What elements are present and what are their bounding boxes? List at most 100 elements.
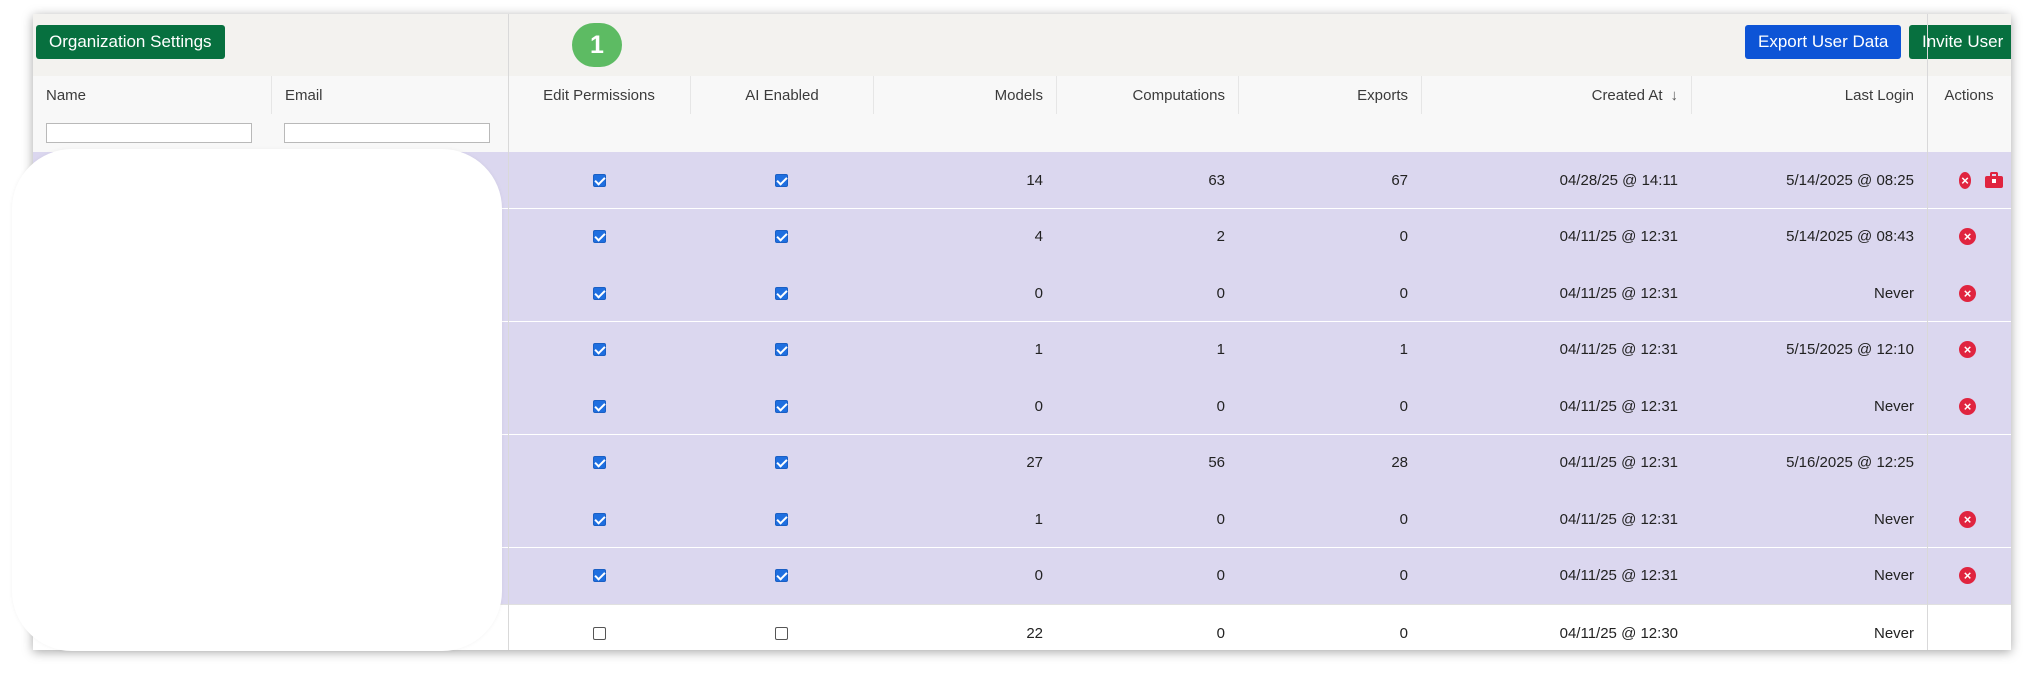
cell-exports: 0	[1238, 378, 1421, 434]
cell-ai	[690, 435, 873, 491]
cell-computations: 0	[1056, 491, 1238, 547]
ai-enabled-checkbox[interactable]	[775, 343, 788, 356]
column-header-created-at[interactable]: Created At ↓	[1421, 76, 1691, 114]
edit-permissions-checkbox[interactable]	[592, 173, 606, 187]
cell-ai	[690, 605, 873, 650]
column-header-email[interactable]: Email	[271, 76, 508, 114]
ai-enabled-checkbox[interactable]	[775, 569, 788, 582]
edit-permissions-checkbox[interactable]	[592, 512, 606, 526]
column-label: Edit Permissions	[543, 86, 655, 104]
cell-created: 04/11/25 @ 12:31	[1421, 322, 1691, 378]
column-label: Computations	[1132, 86, 1225, 104]
ai-enabled-checkbox[interactable]	[775, 626, 788, 640]
edit-permissions-checkbox[interactable]	[592, 343, 606, 356]
cell-computations: 0	[1056, 378, 1238, 434]
cell-actions	[1927, 435, 2011, 491]
column-header-name[interactable]: Name	[33, 76, 271, 114]
ai-enabled-checkbox[interactable]	[775, 173, 788, 187]
step-badge: 1	[572, 23, 622, 67]
cell-value: 5/14/2025 @ 08:25	[1786, 171, 1914, 189]
column-label: Last Login	[1844, 86, 1914, 104]
cell-edit	[508, 322, 690, 378]
close-circle-icon[interactable]: ×	[1959, 567, 1976, 584]
invite-user-button[interactable]: Invite User	[1909, 25, 2011, 59]
column-header-edit-permissions[interactable]: Edit Permissions	[508, 76, 690, 114]
close-circle-icon[interactable]: ×	[1959, 510, 1976, 528]
edit-permissions-checkbox[interactable]	[592, 626, 606, 640]
column-divider	[1927, 14, 1928, 650]
column-label: Actions	[1944, 86, 1994, 104]
cell-value: 63	[1208, 171, 1225, 189]
cell-models: 1	[873, 322, 1056, 378]
ai-enabled-checkbox[interactable]	[775, 456, 788, 469]
cell-value: Never	[1873, 624, 1914, 642]
ai-enabled-checkbox[interactable]	[775, 230, 788, 243]
filter-cell-email	[271, 114, 508, 152]
cell-value: 4	[1034, 228, 1043, 245]
ai-enabled-checkbox[interactable]	[775, 286, 788, 300]
filter-row	[33, 114, 2011, 153]
cell-value: 5/16/2025 @ 12:25	[1786, 454, 1914, 471]
email-filter-input[interactable]	[284, 123, 490, 143]
column-header-last-login[interactable]: Last Login	[1691, 76, 1927, 114]
column-label: Models	[994, 86, 1043, 104]
export-user-data-button[interactable]: Export User Data	[1745, 25, 1902, 59]
cell-edit	[508, 605, 690, 650]
cell-value: 0	[1034, 284, 1043, 302]
cell-last-login: Never	[1691, 378, 1927, 434]
name-filter-input[interactable]	[46, 123, 252, 143]
column-header-ai-enabled[interactable]: AI Enabled	[690, 76, 873, 114]
cell-ai	[690, 209, 873, 265]
cell-value: 04/11/25 @ 12:31	[1559, 284, 1678, 302]
close-circle-icon[interactable]: ×	[1959, 228, 1976, 245]
cell-actions: ×	[1927, 322, 2011, 378]
close-circle-icon[interactable]: ×	[1959, 171, 1972, 189]
close-circle-icon[interactable]: ×	[1959, 397, 1976, 415]
cell-value: 2	[1216, 228, 1225, 245]
organization-settings-button[interactable]: Organization Settings	[36, 25, 225, 59]
column-header-exports[interactable]: Exports	[1238, 76, 1421, 114]
column-label: Email	[285, 86, 323, 104]
cell-value: 0	[1399, 284, 1408, 302]
edit-permissions-checkbox[interactable]	[592, 399, 606, 413]
cell-created: 04/11/25 @ 12:31	[1421, 491, 1691, 547]
close-circle-icon[interactable]: ×	[1959, 341, 1976, 358]
cell-value: 04/11/25 @ 12:31	[1559, 454, 1678, 471]
column-header-computations[interactable]: Computations	[1056, 76, 1238, 114]
edit-permissions-checkbox[interactable]	[592, 286, 606, 300]
edit-permissions-checkbox[interactable]	[592, 569, 606, 582]
cell-exports: 0	[1238, 605, 1421, 650]
cell-created: 04/28/25 @ 14:11	[1421, 152, 1691, 208]
cell-edit	[508, 548, 690, 604]
cell-value: 0	[1399, 624, 1408, 642]
cell-value: 04/11/25 @ 12:31	[1559, 397, 1678, 415]
edit-permissions-checkbox[interactable]	[592, 230, 606, 243]
close-circle-icon[interactable]: ×	[1959, 284, 1976, 302]
cell-models: 14	[873, 152, 1056, 208]
ai-enabled-checkbox[interactable]	[775, 399, 788, 413]
cell-actions: ×	[1927, 209, 2011, 265]
briefcase-icon[interactable]	[1985, 172, 2004, 188]
edit-permissions-checkbox[interactable]	[592, 456, 606, 469]
cell-value: Never	[1873, 284, 1914, 302]
cell-value: 0	[1216, 284, 1225, 302]
cell-ai	[690, 322, 873, 378]
toolbar: Organization Settings 1 Export User Data…	[33, 14, 2011, 77]
cell-value: 56	[1208, 454, 1225, 471]
cell-ai	[690, 152, 873, 208]
cell-created: 04/11/25 @ 12:31	[1421, 378, 1691, 434]
ai-enabled-checkbox[interactable]	[775, 512, 788, 526]
cell-value: 0	[1399, 228, 1408, 245]
cell-last-login: Never	[1691, 605, 1927, 650]
cell-value: 5/15/2025 @ 12:10	[1786, 341, 1914, 358]
cell-models: 0	[873, 265, 1056, 321]
cell-value: 1	[1034, 510, 1043, 528]
cell-exports: 0	[1238, 209, 1421, 265]
cell-ai	[690, 265, 873, 321]
column-header-models[interactable]: Models	[873, 76, 1056, 114]
cell-edit	[508, 209, 690, 265]
cell-created: 04/11/25 @ 12:31	[1421, 435, 1691, 491]
cell-value: 0	[1216, 510, 1225, 528]
cell-computations: 0	[1056, 548, 1238, 604]
cell-models: 27	[873, 435, 1056, 491]
